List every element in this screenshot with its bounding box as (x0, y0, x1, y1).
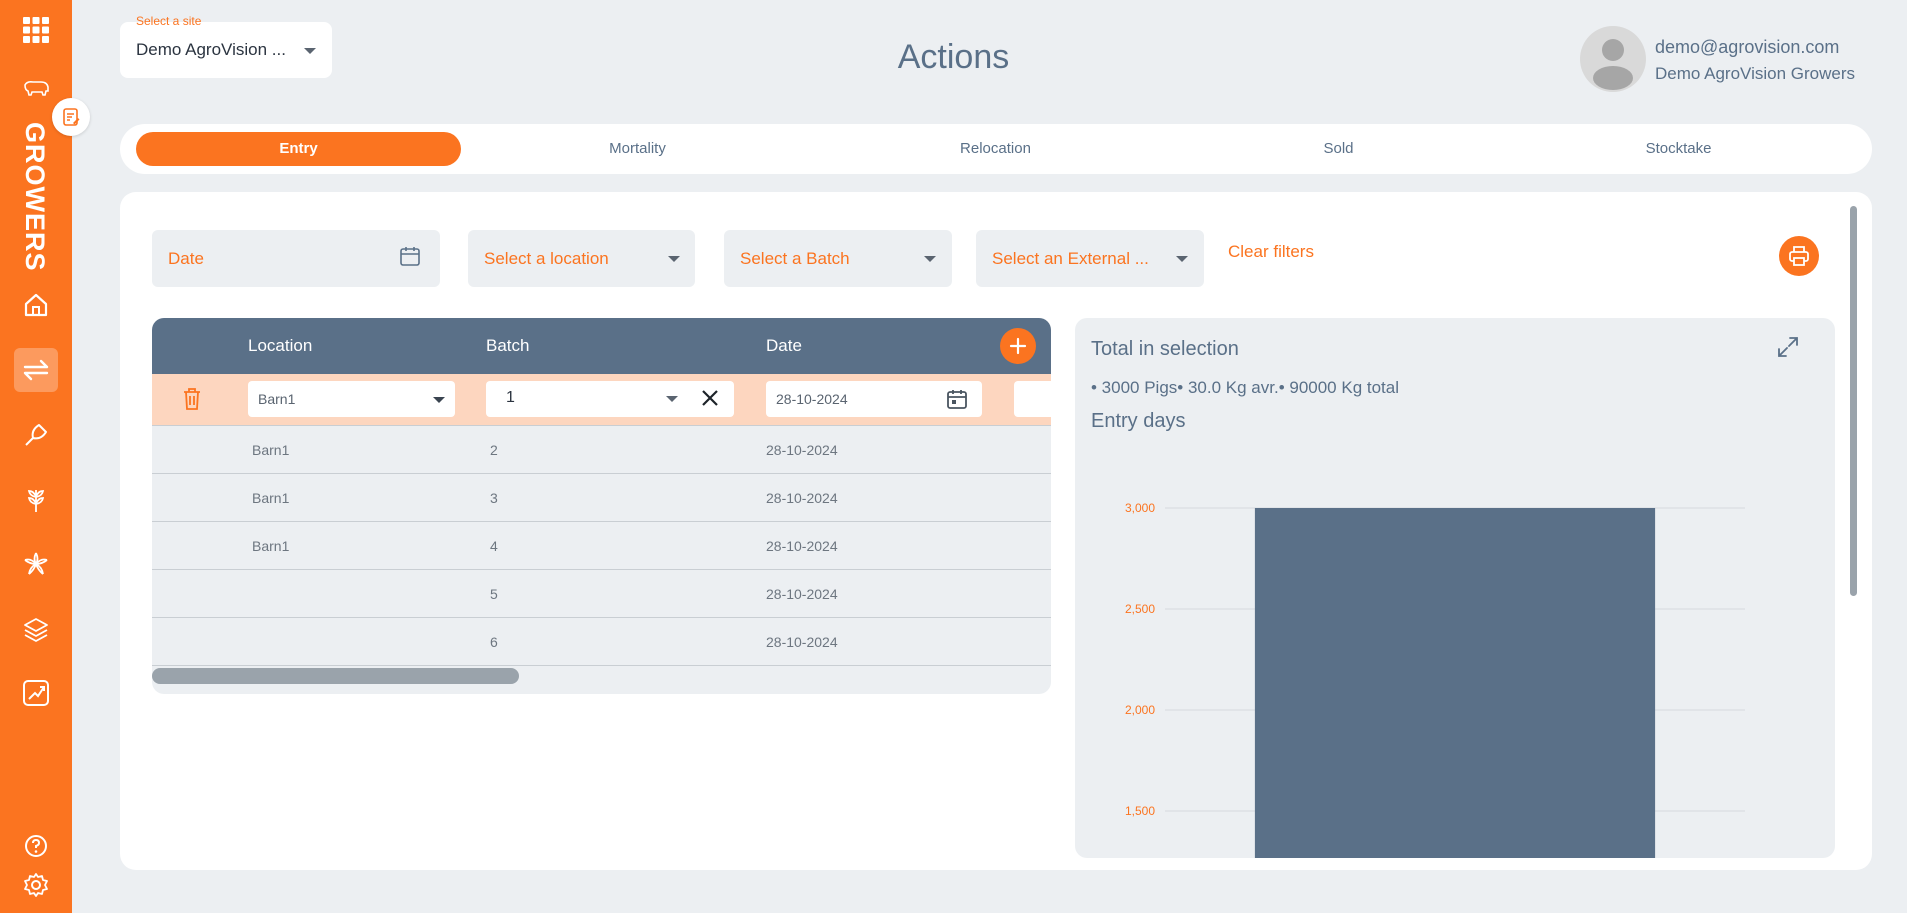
batch-filter-placeholder: Select a Batch (740, 249, 850, 268)
tab-entry[interactable]: Entry (136, 132, 461, 166)
entries-table: Location Batch Date Barn1 1 28-10-2024 B… (152, 318, 1051, 694)
external-filter[interactable]: Select an External ... (976, 230, 1204, 287)
summary-title: Total in selection (1091, 338, 1239, 360)
location-filter[interactable]: Select a location (468, 230, 695, 287)
actions-card: Date Select a location Select a Batch Se… (120, 192, 1872, 870)
transfer-arrows-icon[interactable] (14, 348, 58, 392)
cell-date: 28-10-2024 (766, 490, 838, 506)
edit-location-select[interactable]: Barn1 (248, 381, 455, 417)
cell-batch: 3 (490, 490, 498, 506)
edit-date-value: 28-10-2024 (776, 391, 848, 407)
column-header-batch[interactable]: Batch (486, 336, 529, 356)
tab-relocation[interactable]: Relocation (833, 132, 1158, 166)
cell-batch: 6 (490, 634, 498, 650)
table-row[interactable]: Barn1 2 28-10-2024 (152, 426, 1051, 474)
cell-batch: 5 (490, 586, 498, 602)
edit-extra-field[interactable] (1014, 381, 1051, 417)
cell-location: Barn1 (252, 538, 290, 554)
expand-icon[interactable] (1775, 334, 1801, 360)
date-filter-placeholder: Date (168, 249, 204, 268)
action-tabs: Entry Mortality Relocation Sold Stocktak… (120, 124, 1872, 174)
y-tick-label: 3,000 (1125, 501, 1155, 515)
grain-icon[interactable] (14, 478, 58, 522)
printer-icon (1789, 246, 1809, 266)
clear-filters-link[interactable]: Clear filters (1228, 242, 1314, 262)
chart-bar[interactable] (1254, 508, 1656, 858)
chart-growth-icon[interactable] (14, 671, 58, 715)
plus-icon (1009, 337, 1027, 355)
horizontal-scrollbar[interactable] (152, 668, 519, 684)
selection-summary-panel: 3,000 2,500 2,000 1,500 Total in selection … (1075, 318, 1835, 858)
site-select-label: Select a site (136, 14, 202, 28)
calendar-icon[interactable] (398, 244, 422, 268)
chevron-down-icon (666, 396, 678, 402)
tab-mortality[interactable]: Mortality (475, 132, 800, 166)
y-tick-label: 1,500 (1125, 804, 1155, 818)
table-row[interactable]: Barn1 4 28-10-2024 (152, 522, 1051, 570)
column-header-location[interactable]: Location (248, 336, 312, 356)
brand-logo: GROWERS (20, 122, 50, 272)
cell-batch: 4 (490, 538, 498, 554)
avatar[interactable] (1580, 26, 1646, 92)
chevron-down-icon (1176, 256, 1188, 262)
table-row[interactable]: Barn1 3 28-10-2024 (152, 474, 1051, 522)
external-filter-placeholder: Select an External ... (992, 249, 1149, 268)
entry-days-chart: 3,000 2,500 2,000 1,500 (1125, 501, 1745, 858)
user-company: Demo AgroVision Growers (1655, 64, 1855, 83)
vertical-scrollbar[interactable] (1850, 206, 1857, 596)
notes-icon[interactable] (52, 98, 90, 136)
table-header: Location Batch Date (152, 318, 1051, 374)
chevron-down-icon (433, 397, 445, 403)
cell-date: 28-10-2024 (766, 538, 838, 554)
feed-scoop-icon[interactable] (14, 413, 58, 457)
tab-stocktake[interactable]: Stocktake (1516, 132, 1841, 166)
y-tick-label: 2,000 (1125, 703, 1155, 717)
edit-batch-value: 1 (506, 389, 515, 406)
calendar-icon[interactable] (946, 388, 968, 410)
chart-title: Entry days (1091, 410, 1186, 432)
batch-filter[interactable]: Select a Batch (724, 230, 952, 287)
cell-location: Barn1 (252, 442, 290, 458)
chevron-down-icon (668, 256, 680, 262)
cell-batch: 2 (490, 442, 498, 458)
tab-sold[interactable]: Sold (1176, 132, 1501, 166)
settings-icon[interactable] (14, 863, 58, 907)
user-email: demo@agrovision.com (1655, 37, 1840, 57)
trash-icon[interactable] (180, 386, 204, 412)
sidebar: GROWERS (0, 0, 72, 913)
summary-text: • 3000 Pigs• 30.0 Kg avr.• 90000 Kg tota… (1091, 378, 1400, 397)
table-row[interactable]: 5 28-10-2024 (152, 570, 1051, 618)
edit-location-value: Barn1 (258, 391, 296, 407)
column-header-date[interactable]: Date (766, 336, 802, 356)
print-button[interactable] (1779, 236, 1819, 276)
cell-location: Barn1 (252, 490, 290, 506)
layers-icon[interactable] (14, 607, 58, 651)
table-row[interactable]: 6 28-10-2024 (152, 618, 1051, 666)
edit-batch-select[interactable]: 1 (486, 381, 734, 417)
date-filter[interactable]: Date (152, 230, 440, 287)
cell-date: 28-10-2024 (766, 586, 838, 602)
help-icon[interactable] (14, 824, 58, 868)
health-icon[interactable] (14, 542, 58, 586)
add-entry-button[interactable] (1000, 328, 1036, 364)
cell-date: 28-10-2024 (766, 442, 838, 458)
edit-date-field[interactable]: 28-10-2024 (766, 381, 982, 417)
location-filter-placeholder: Select a location (484, 249, 609, 268)
home-icon[interactable] (14, 283, 58, 327)
edit-row: Barn1 1 28-10-2024 (152, 374, 1051, 426)
cell-date: 28-10-2024 (766, 634, 838, 650)
y-tick-label: 2,500 (1125, 602, 1155, 616)
clear-icon[interactable] (701, 389, 719, 407)
chevron-down-icon (924, 256, 936, 262)
